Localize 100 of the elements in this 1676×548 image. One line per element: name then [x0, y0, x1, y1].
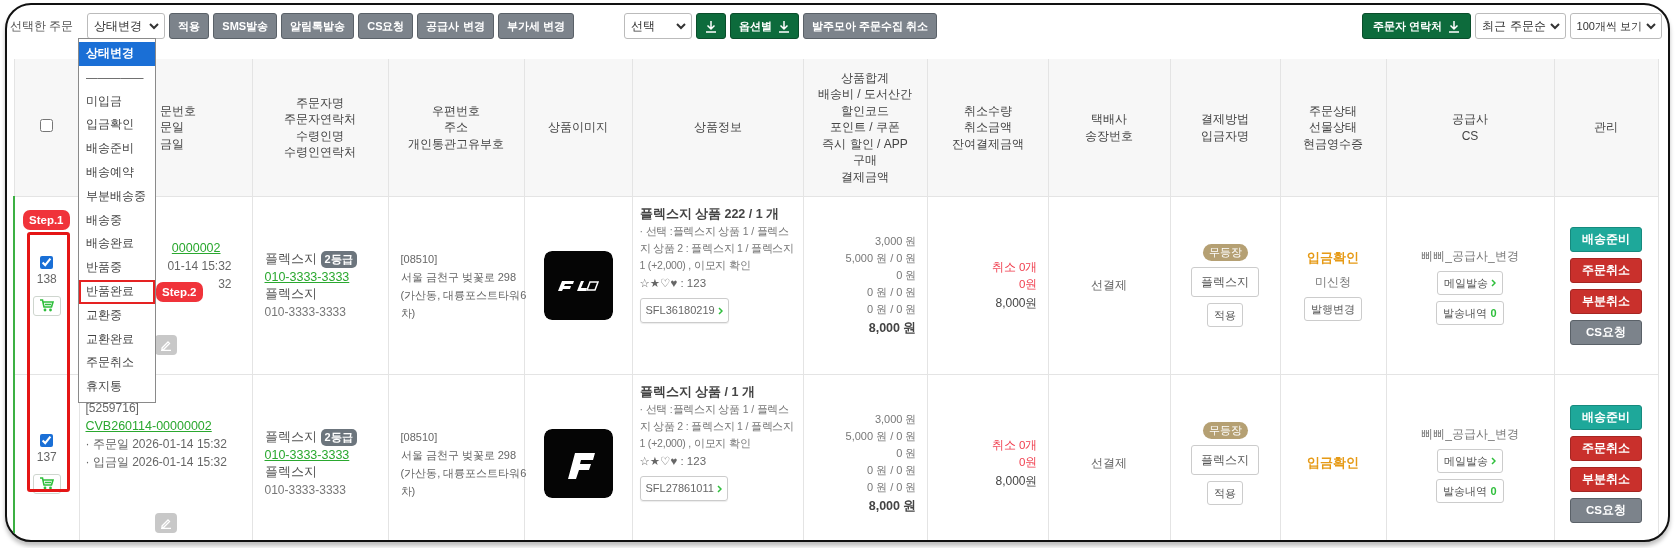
address-line: 서울 금천구 벚꽃로 298 [400, 447, 518, 463]
amount-line: 3,000 원 [873, 234, 917, 249]
header-line: 문일 [159, 119, 185, 136]
receipt-button[interactable]: 발행변경 [1304, 297, 1362, 321]
menu-item[interactable]: 교환중 [79, 303, 155, 328]
order-action-button[interactable]: CS요청 [1570, 497, 1642, 523]
chevron-icon [1646, 22, 1656, 30]
menu-item[interactable]: 부분배송중 [79, 184, 155, 209]
header-line: 주소 [443, 119, 469, 136]
payment-badge: 무등장 [1202, 422, 1248, 439]
amount-line: 5,000 원 / 0 원 [844, 251, 917, 266]
mail-button[interactable]: 메일발송 [1437, 448, 1503, 473]
action-button[interactable]: 적용 [169, 13, 210, 39]
action-button[interactable]: SMS발송 [213, 13, 278, 39]
order-info: · 주문일 2026-01-14 15:32 [85, 435, 228, 453]
address-line: 차) [400, 483, 417, 499]
mail-button[interactable]: 메일발송 [1437, 270, 1503, 295]
action-button[interactable]: CS요청 [358, 13, 414, 39]
contact-download-button[interactable]: 주문자 연락처 [1362, 13, 1472, 39]
row-checkbox[interactable] [40, 433, 54, 447]
sort-select[interactable]: 최근 주문순 [1475, 13, 1566, 39]
history-button[interactable]: 발송내역 0 [1436, 478, 1504, 503]
supplier-name: 삐삐_공급사_변경 [1421, 425, 1519, 443]
amount-line: 0 원 / 0 원 [865, 480, 917, 495]
order-action-button[interactable]: 주문취소 [1570, 435, 1642, 461]
payer-button[interactable]: 플렉스지 [1191, 445, 1259, 475]
apply-button[interactable]: 적용 [1207, 481, 1243, 505]
chevron-icon [1491, 456, 1496, 465]
order-action-button[interactable]: 부분취소 [1570, 466, 1642, 492]
row-checkbox[interactable] [40, 255, 54, 269]
header-line: 상품이미지 [547, 119, 609, 136]
menu-item[interactable]: 교환완료 [79, 327, 155, 352]
order-status: 입금확인 [1307, 250, 1359, 267]
menu-item[interactable]: 상태변경 [79, 42, 155, 66]
row-number: 137 [36, 448, 57, 466]
header-line: 문번호 [159, 102, 197, 120]
receiver-phone: 010-3333-3333 [264, 481, 347, 499]
action-button[interactable]: 알림톡발송 [281, 13, 355, 39]
history-button[interactable]: 발송내역 0 [1436, 300, 1504, 325]
chevron-icon [1491, 278, 1496, 287]
action-button[interactable]: 부가세 변경 [497, 13, 574, 39]
product-code-button[interactable]: SFL27861011 [639, 476, 728, 501]
header-line: 취소수량 [962, 102, 1013, 120]
menu-item[interactable]: 반품중 [79, 256, 155, 280]
apply-button[interactable]: 적용 [1207, 303, 1243, 327]
menu-item[interactable]: ————— [79, 65, 155, 90]
header-line: 상품정보 [692, 119, 743, 136]
order-action-button[interactable]: 주문취소 [1570, 257, 1642, 283]
order-status: 입금확인 [1307, 455, 1359, 472]
download-button[interactable] [695, 13, 726, 39]
product-title: 플렉스지 상품 222 / 1 개 [639, 206, 781, 223]
action-button[interactable]: 공급사 변경 [417, 13, 494, 39]
select-all-checkbox[interactable] [40, 118, 53, 132]
menu-item[interactable]: 배송예약 [79, 161, 155, 185]
status-select[interactable]: 상태변경 [87, 13, 166, 39]
header-line: 개인통관고유부호 [407, 135, 505, 153]
step-badge: Step.1 [23, 210, 70, 230]
product-code-button[interactable]: SFL36180219 [639, 298, 729, 323]
menu-item[interactable]: 주문취소 [79, 351, 155, 376]
page-size-select[interactable]: 100개씩 보기 [1569, 13, 1662, 39]
address-line: 차) [400, 305, 417, 321]
grade-badge: 2등급 [320, 250, 357, 268]
amount-line: 0 원 / 0 원 [865, 285, 917, 300]
option-download-button[interactable]: 옵션별 [729, 13, 799, 39]
option-select[interactable]: 선택 [623, 13, 692, 39]
payment-total: 8,000 원 [867, 498, 917, 515]
order-action-button[interactable]: 부분취소 [1570, 288, 1642, 314]
menu-item[interactable]: 배송중 [79, 208, 155, 233]
collect-cancel-button[interactable]: 발주모아 주문수집 취소 [802, 13, 937, 39]
edit-button[interactable] [154, 334, 177, 355]
download-icon [777, 19, 790, 33]
header-line: 즉시 할인 / APP [821, 135, 909, 153]
header-line: 택배사 [1090, 111, 1128, 128]
payer-button[interactable]: 플렉스지 [1191, 267, 1259, 297]
product-emoji: ☆★♡♥ : 123 [639, 454, 708, 469]
selection-label: 선택한 주문 [10, 18, 74, 35]
step-badge: Step.2 [156, 282, 203, 302]
menu-item[interactable]: 휴지통 [79, 375, 155, 399]
menu-item[interactable]: 미입금 [79, 89, 155, 114]
menu-item[interactable]: 반품완료 [79, 279, 155, 304]
orderer-name: 플렉스지 [264, 428, 317, 446]
header-line: 금일 [159, 135, 185, 153]
zip-code: [08510] [400, 429, 439, 445]
product-emoji: ☆★♡♥ : 123 [639, 276, 708, 291]
order-info: · 입금일 2026-01-14 15:32 [85, 453, 228, 471]
menu-item[interactable]: 배송완료 [79, 232, 155, 257]
header-line: 구매 [852, 152, 878, 169]
chevron-icon [675, 22, 686, 30]
header-line: 우편번호 [431, 102, 481, 120]
menu-item[interactable]: 배송준비 [79, 137, 155, 161]
supplier-name: 삐삐_공급사_변경 [1421, 247, 1519, 265]
amount-line: 0 원 [895, 446, 917, 461]
header-line: 공급사 [1451, 111, 1489, 128]
header-line: 포인트 / 쿠폰 [829, 119, 901, 136]
cart-button[interactable] [32, 295, 61, 316]
address-line: 서울 금천구 벚꽃로 298 [400, 269, 518, 285]
order-action-button[interactable]: CS요청 [1570, 319, 1642, 345]
menu-item[interactable]: 입금확인 [79, 113, 155, 138]
amount-line: 0 원 [895, 268, 917, 283]
cancel-amount: 0원 [1018, 454, 1038, 470]
